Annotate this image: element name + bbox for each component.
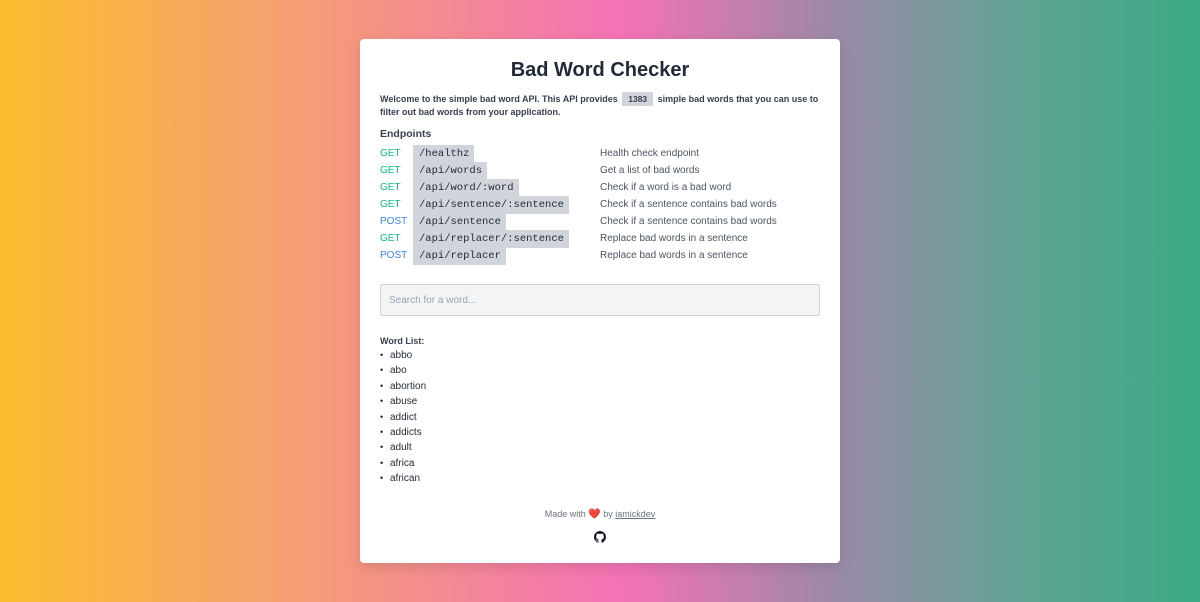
endpoint-description: Replace bad words in a sentence	[600, 250, 748, 261]
endpoint-row: GET /api/replacer/:sentence Replace bad …	[380, 230, 820, 248]
bullet-icon: •	[380, 457, 384, 468]
endpoint-method: GET	[380, 199, 401, 210]
endpoints-heading: Endpoints	[380, 128, 432, 140]
endpoint-row: GET /api/word/:word Check if a word is a…	[380, 179, 820, 197]
github-icon[interactable]	[594, 531, 606, 543]
endpoint-description: Check if a word is a bad word	[600, 182, 732, 193]
bullet-icon: •	[380, 426, 384, 437]
intro-before: Welcome to the simple bad word API. This…	[380, 94, 618, 104]
heart-icon: ❤️	[588, 509, 601, 520]
endpoint-description: Get a list of bad words	[600, 165, 700, 176]
word-text: abuse	[390, 396, 418, 408]
endpoint-path: /api/sentence/:sentence	[413, 196, 569, 214]
word-list: • abbo • abo • abortion • abuse • addict • add…	[380, 348, 426, 487]
endpoints-table: GET /healthz Health check endpoint GET /…	[380, 145, 820, 265]
endpoint-row: POST /api/sentence Check if a sentence c…	[380, 213, 820, 231]
endpoint-path: /api/sentence	[413, 213, 506, 231]
endpoint-method: GET	[380, 233, 401, 244]
bullet-icon: •	[380, 396, 384, 407]
word-text: abbo	[390, 350, 413, 361]
endpoint-description: Health check endpoint	[600, 148, 699, 159]
endpoint-method: GET	[380, 182, 401, 193]
endpoint-path: /api/replacer/:sentence	[413, 230, 569, 248]
word-text: africa	[390, 457, 415, 469]
endpoint-row: POST /api/replacer Replace bad words in …	[380, 247, 820, 265]
word-text: addict	[390, 411, 417, 423]
author-link[interactable]: iamickdev	[615, 509, 655, 519]
endpoint-row: GET /api/sentence/:sentence Check if a s…	[380, 196, 820, 214]
search-input[interactable]	[380, 284, 820, 316]
endpoint-method: POST	[380, 216, 408, 227]
word-text: african	[390, 473, 421, 485]
endpoint-row: GET /healthz Health check endpoint	[380, 145, 820, 163]
endpoint-description: Check if a sentence contains bad words	[600, 216, 777, 227]
word-text: adult	[390, 442, 412, 454]
endpoint-path: /healthz	[413, 145, 475, 163]
footer-by: by	[603, 509, 613, 519]
word-count-badge: 1383	[622, 92, 654, 106]
list-item: • addict	[380, 410, 426, 425]
list-item: • abuse	[380, 394, 426, 409]
endpoint-path: /api/replacer	[413, 247, 506, 265]
word-text: addicts	[390, 426, 422, 438]
main-card: Bad Word Checker Welcome to the simple b…	[360, 39, 840, 563]
bullet-icon: •	[380, 473, 384, 484]
page-title: Bad Word Checker	[510, 59, 690, 81]
word-text: abortion	[390, 380, 427, 392]
list-item: • addicts	[380, 425, 426, 440]
endpoint-method: GET	[380, 165, 401, 176]
list-item: • abbo	[380, 348, 426, 363]
endpoint-description: Replace bad words in a sentence	[600, 233, 748, 244]
footer-made-with: Made with	[544, 509, 586, 519]
word-text: abo	[390, 365, 407, 377]
list-item: • adult	[380, 440, 426, 455]
list-item: • africa	[380, 456, 426, 471]
endpoint-description: Check if a sentence contains bad words	[600, 199, 777, 210]
endpoint-method: GET	[380, 148, 401, 159]
bullet-icon: •	[380, 411, 384, 422]
endpoint-row: GET /api/words Get a list of bad words	[380, 162, 820, 180]
list-item: • abortion	[380, 379, 426, 394]
bullet-icon: •	[380, 380, 384, 391]
footer-credit: Made with ❤️ by iamickdev	[360, 509, 840, 520]
endpoint-path: /api/words	[413, 162, 488, 180]
endpoint-path: /api/word/:word	[413, 179, 519, 197]
intro-text: Welcome to the simple bad word API. This…	[380, 92, 820, 119]
list-item: • abo	[380, 363, 426, 378]
word-list-label: Word List:	[380, 336, 425, 346]
bullet-icon: •	[380, 365, 384, 376]
bullet-icon: •	[380, 350, 384, 360]
endpoint-method: POST	[380, 250, 408, 261]
bullet-icon: •	[380, 442, 384, 453]
list-item: • african	[380, 471, 426, 486]
